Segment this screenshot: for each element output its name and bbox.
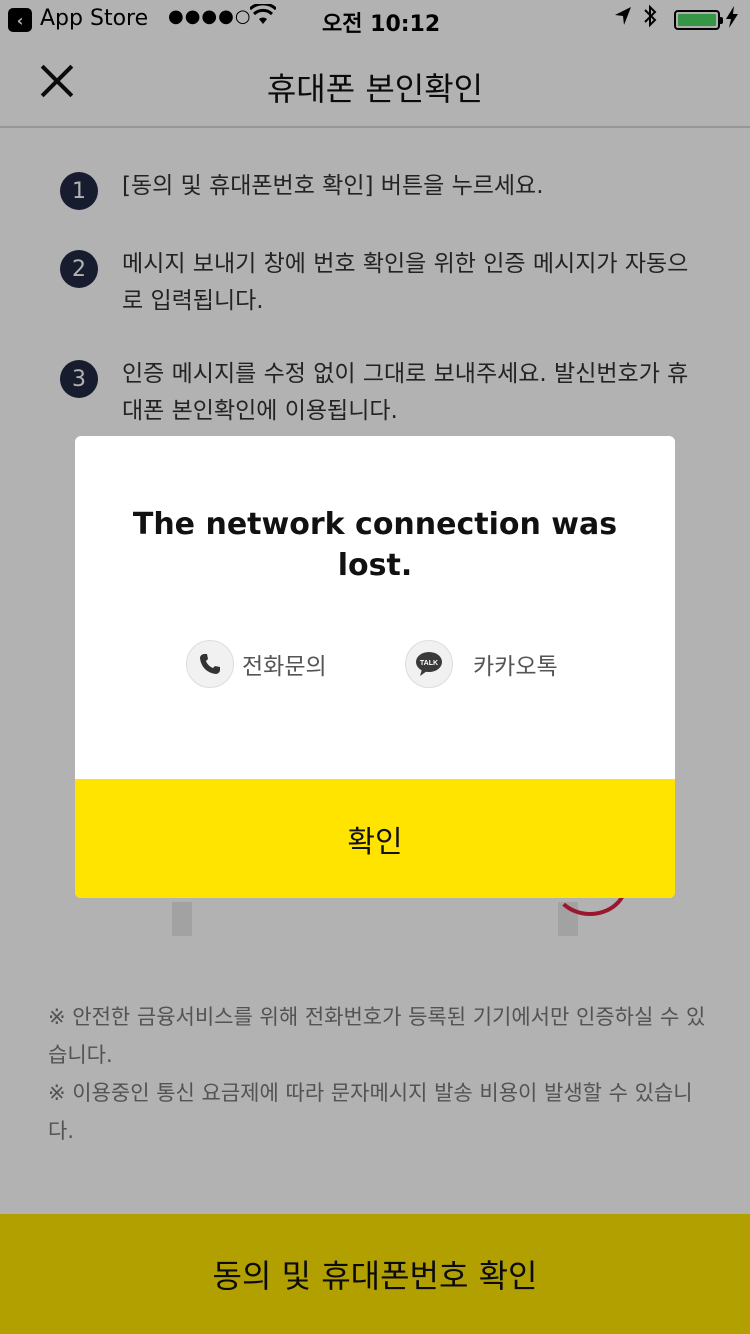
error-dialog: The network connection was lost. 전화문의 TA… — [75, 436, 675, 898]
phone-inquiry-button[interactable]: 전화문의 — [186, 640, 327, 688]
confirm-button[interactable]: 확인 — [75, 779, 675, 898]
phone-icon — [186, 640, 234, 688]
dialog-message: The network connection was lost. — [132, 507, 618, 583]
kakaotalk-icon-text: TALK — [420, 660, 438, 667]
kakaotalk-label: 카카오톡 — [473, 654, 558, 680]
phone-inquiry-label: 전화문의 — [242, 654, 327, 680]
kakaotalk-button[interactable]: TALK 카카오톡 — [405, 640, 558, 688]
kakaotalk-icon: TALK — [405, 640, 453, 688]
